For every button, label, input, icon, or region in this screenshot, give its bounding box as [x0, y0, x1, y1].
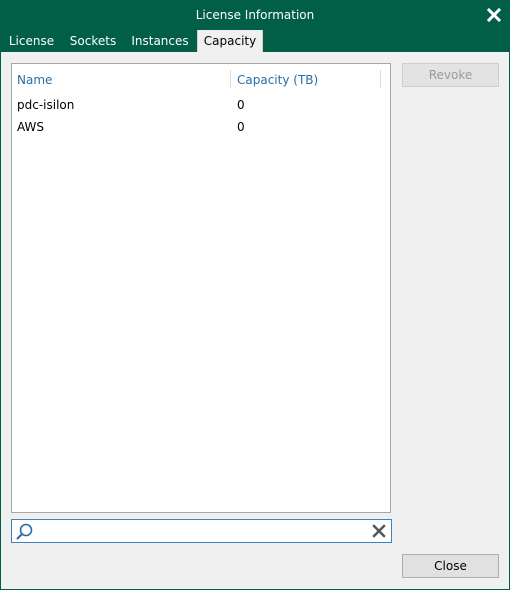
- tab-capacity[interactable]: Capacity: [197, 30, 263, 53]
- close-button[interactable]: Close: [402, 554, 499, 578]
- search-icon: [16, 523, 33, 540]
- tab-license[interactable]: License: [4, 30, 59, 52]
- capacity-list[interactable]: Name Capacity (TB) pdc-isilon 0 AWS 0: [11, 63, 391, 513]
- column-header-capacity[interactable]: Capacity (TB): [237, 68, 377, 92]
- row-name: AWS: [17, 120, 45, 134]
- column-separator[interactable]: [380, 70, 381, 88]
- column-separator[interactable]: [230, 70, 231, 88]
- clear-icon[interactable]: [372, 524, 386, 538]
- close-icon[interactable]: [486, 7, 502, 23]
- column-header-name[interactable]: Name: [17, 68, 217, 92]
- window-title: License Information: [195, 8, 315, 22]
- capacity-panel: Name Capacity (TB) pdc-isilon 0 AWS 0 Re…: [1, 52, 509, 589]
- title-bar: License Information: [0, 0, 510, 30]
- tab-sockets[interactable]: Sockets: [63, 30, 123, 52]
- license-information-dialog: License Information License Sockets Inst…: [0, 0, 510, 590]
- row-capacity: 0: [237, 120, 245, 134]
- tab-bar: License Sockets Instances Capacity: [0, 30, 510, 53]
- revoke-button[interactable]: Revoke: [402, 63, 499, 87]
- row-name: pdc-isilon: [17, 98, 75, 112]
- tab-instances[interactable]: Instances: [127, 30, 193, 52]
- search-input[interactable]: [38, 522, 362, 542]
- search-box: [11, 519, 392, 543]
- row-capacity: 0: [237, 98, 245, 112]
